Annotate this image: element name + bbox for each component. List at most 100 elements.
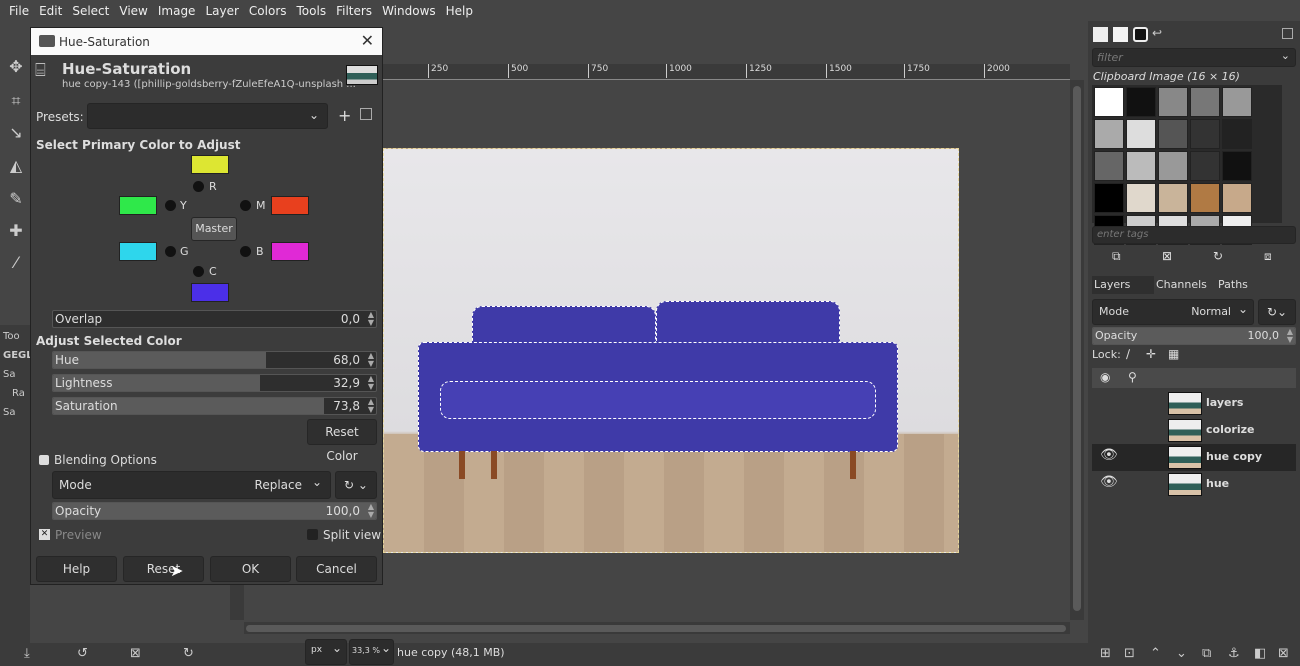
lightness-slider[interactable]: Lightness 32,9 ▲ ▼ [52, 374, 377, 392]
restore-icon[interactable]: ↺ [77, 646, 88, 661]
pattern-thumbnail[interactable] [1190, 87, 1220, 117]
layer-name[interactable]: colorize [1206, 423, 1254, 436]
pattern-thumbnail[interactable] [1190, 119, 1220, 149]
menu-image[interactable]: Image [153, 4, 201, 18]
pattern-thumbnail[interactable] [1094, 183, 1124, 213]
pattern-thumbnail[interactable] [1158, 151, 1188, 181]
eye-icon[interactable]: 👁 [1100, 447, 1118, 463]
layer-opacity-value[interactable]: 100,0 [1248, 329, 1280, 342]
layer-mode-dropdown[interactable]: Mode Normal ⌄ [1092, 299, 1254, 325]
anchor-layer-icon[interactable]: ⚓ [1228, 646, 1240, 661]
zoom-value[interactable]: 33,3 % [352, 646, 380, 655]
option-sample[interactable]: Sa [3, 369, 15, 380]
menu-edit[interactable]: Edit [34, 4, 67, 18]
save-options-icon[interactable]: ⤓ [24, 646, 30, 661]
layer-name[interactable]: hue copy [1206, 450, 1262, 463]
zoom-dropdown[interactable]: 33,3 % ⌄ [349, 639, 394, 665]
lock-alpha-icon[interactable]: ▦ [1168, 347, 1179, 361]
pattern-thumbnail[interactable] [1190, 151, 1220, 181]
pattern-thumbnail[interactable] [1126, 87, 1156, 117]
radio-blue[interactable] [240, 246, 251, 257]
add-preset-icon[interactable]: + [338, 106, 351, 125]
vertical-scrollbar[interactable] [1070, 80, 1084, 620]
duplicate-layer-icon[interactable]: ⧉ [1202, 646, 1211, 661]
layer-row-selected[interactable]: 👁 hue copy [1092, 444, 1296, 471]
gradients-tab-icon[interactable] [1133, 27, 1148, 42]
color-swatch-green[interactable] [119, 242, 157, 261]
spin-arrows-icon[interactable]: ▲ ▼ [368, 311, 374, 327]
lock-position-icon[interactable]: ✛ [1146, 347, 1156, 361]
blending-options-label[interactable]: Blending Options [54, 453, 157, 467]
move-tool-icon[interactable]: ✥ [6, 57, 26, 77]
pattern-thumbnail[interactable] [1094, 151, 1124, 181]
option-sample-2[interactable]: Sa [3, 407, 15, 418]
master-button[interactable]: Master [191, 217, 237, 241]
pattern-thumbnail[interactable] [1126, 183, 1156, 213]
radio-cyan[interactable] [193, 266, 204, 277]
heal-tool-icon[interactable]: ✚ [6, 221, 26, 241]
pattern-thumbnail[interactable] [1126, 151, 1156, 181]
pattern-thumbnail[interactable] [1222, 87, 1252, 117]
layer-name[interactable]: hue [1206, 477, 1229, 490]
help-button[interactable]: Help [36, 556, 117, 582]
hue-slider[interactable]: Hue 68,0 ▲ ▼ [52, 351, 377, 369]
pattern-thumbnail[interactable] [1126, 119, 1156, 149]
ok-button[interactable]: OK [210, 556, 291, 582]
dock-menu-icon[interactable] [1282, 28, 1293, 39]
reset-color-button[interactable]: Reset Color [307, 419, 377, 463]
color-swatch-cyan[interactable] [191, 283, 229, 302]
horizontal-scrollbar[interactable] [244, 622, 1070, 634]
pattern-thumbnail[interactable] [1222, 183, 1252, 213]
menu-windows[interactable]: Windows [377, 4, 441, 18]
radio-magenta[interactable] [240, 200, 251, 211]
tool-options-tab[interactable]: Too [3, 331, 20, 342]
color-swatch-blue[interactable] [271, 242, 309, 261]
eyedropper-tool-icon[interactable]: ⁄ [6, 253, 26, 273]
open-pattern-icon[interactable]: ⧉ [1112, 249, 1121, 264]
pattern-thumbnail[interactable] [1094, 119, 1124, 149]
eye-icon[interactable]: 👁 [1100, 474, 1118, 490]
radio-red[interactable] [193, 181, 204, 192]
pattern-thumbnail[interactable] [1158, 87, 1188, 117]
pattern-menu-icon[interactable]: ⧈ [1264, 249, 1272, 264]
lightness-value[interactable]: 32,9 [333, 376, 360, 390]
menu-layer[interactable]: Layer [200, 4, 243, 18]
layer-name[interactable]: layers [1206, 396, 1243, 409]
menu-view[interactable]: View [114, 4, 152, 18]
color-swatch-yellow[interactable] [119, 196, 157, 215]
radio-yellow[interactable] [165, 200, 176, 211]
overlap-value[interactable]: 0,0 [341, 312, 360, 326]
new-layer-group-icon[interactable]: ⊞ [1100, 646, 1111, 661]
tab-paths[interactable]: Paths [1204, 276, 1252, 294]
color-swatch-red[interactable] [191, 155, 229, 174]
saturation-value[interactable]: 73,8 [333, 399, 360, 413]
pattern-thumbnail[interactable] [1190, 183, 1220, 213]
opacity-slider[interactable]: Opacity 100,0 ▲ ▼ [52, 502, 377, 520]
unit-dropdown[interactable]: px ⌄ [305, 639, 347, 665]
presets-dropdown[interactable]: ⌄ [87, 103, 328, 129]
raise-layer-icon[interactable]: ⌃ [1150, 646, 1161, 661]
refresh-icon[interactable]: ↻ [1213, 249, 1223, 263]
transform-tool-icon[interactable]: ↘ [6, 123, 26, 143]
saturation-slider[interactable]: Saturation 73,8 ▲ ▼ [52, 397, 377, 415]
menu-file[interactable]: File [4, 4, 34, 18]
delete-pattern-icon[interactable]: ⊠ [1162, 249, 1172, 263]
undo-history-icon[interactable]: ↩ [1152, 26, 1162, 40]
spin-arrows-icon[interactable]: ▲ ▼ [368, 375, 374, 391]
composite-mode-button[interactable]: ↻ ⌄ [335, 471, 377, 499]
patterns-tab-icon[interactable] [1113, 27, 1128, 42]
bucket-tool-icon[interactable]: ◭ [6, 156, 26, 176]
menu-select[interactable]: Select [67, 4, 114, 18]
dialog-titlebar[interactable]: Hue-Saturation ✕ [31, 28, 382, 55]
cancel-button[interactable]: Cancel [296, 556, 377, 582]
crop-tool-icon[interactable]: ⌗ [6, 91, 26, 111]
option-radius[interactable]: Ra [12, 388, 25, 399]
lock-pixels-icon[interactable]: ∕ [1126, 347, 1130, 361]
spin-arrows-icon[interactable]: ▲ ▼ [368, 352, 374, 368]
layer-row[interactable]: layers [1092, 390, 1296, 417]
tab-channels[interactable]: Channels [1142, 276, 1207, 294]
pattern-thumbnail[interactable] [1158, 119, 1188, 149]
pattern-thumbnail[interactable] [1094, 87, 1124, 117]
spin-arrows-icon[interactable]: ▲ ▼ [1287, 328, 1293, 344]
pattern-thumbnail[interactable] [1222, 119, 1252, 149]
